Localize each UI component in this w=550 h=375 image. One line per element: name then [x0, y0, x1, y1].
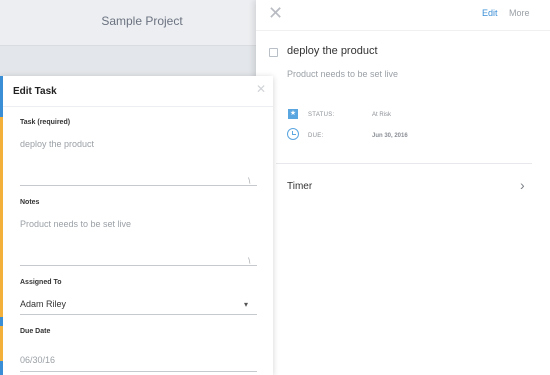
resize-handle-icon[interactable]: ∕ [246, 257, 253, 264]
resize-handle-icon[interactable]: ∕ [246, 177, 253, 184]
task-detail-panel: ✕ Edit More deploy the product Product n… [256, 0, 550, 375]
status-label: STATUS: [308, 112, 335, 118]
due-value: Jun 30, 2016 [372, 133, 408, 139]
assigned-to-select[interactable]: Adam Riley [20, 299, 66, 309]
due-date-underline [20, 371, 257, 372]
notes-field[interactable]: Product needs to be set live [20, 219, 131, 229]
dialog-title: Edit Task [13, 86, 57, 97]
edit-link[interactable]: Edit [482, 8, 498, 18]
task-field[interactable]: deploy the product [20, 139, 94, 149]
edit-task-dialog: Edit Task ✕ Task (required) deploy the p… [0, 76, 273, 375]
chevron-right-icon[interactable]: › [520, 178, 525, 192]
close-icon[interactable]: ✕ [268, 4, 283, 22]
required-accent-bar [0, 117, 3, 317]
task-title: deploy the product [287, 45, 378, 57]
more-link[interactable]: More [509, 8, 530, 18]
notes-field-label: Notes [20, 199, 40, 206]
notes-field-underline [20, 265, 257, 266]
due-accent-bar [0, 326, 3, 361]
due-label: DUE: [308, 133, 324, 139]
assigned-to-label: Assigned To [20, 279, 62, 286]
task-field-underline [20, 185, 257, 186]
section-divider [276, 163, 532, 164]
project-header: Sample Project [0, 0, 284, 46]
timer-row-label[interactable]: Timer [287, 181, 312, 192]
clock-icon [287, 128, 299, 140]
due-date-label: Due Date [20, 328, 51, 335]
dialog-close-icon[interactable]: ✕ [256, 82, 266, 96]
task-notes: Product needs to be set live [287, 69, 399, 79]
status-value: At Risk [372, 112, 392, 118]
task-complete-checkbox[interactable] [269, 48, 278, 57]
project-title: Sample Project [101, 14, 183, 28]
assigned-to-underline [20, 314, 257, 315]
caret-down-icon[interactable]: ▾ [244, 300, 248, 309]
status-icon: ★ [288, 109, 298, 119]
due-date-field[interactable]: 06/30/16 [20, 355, 55, 365]
task-field-label: Task (required) [20, 119, 71, 126]
header-divider [256, 30, 550, 31]
dialog-header-divider [3, 106, 273, 107]
